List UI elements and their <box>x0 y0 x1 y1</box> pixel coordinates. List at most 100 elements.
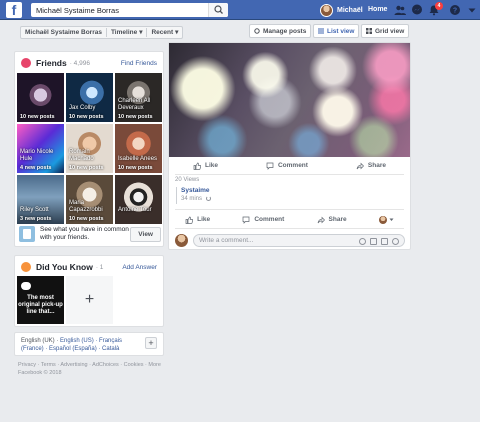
friend-name: Mario Nicole Hule <box>20 149 54 162</box>
add-language-button[interactable]: + <box>145 337 157 349</box>
friends-grid: 10 new posts Jax Colby 10 new posts Char… <box>17 73 162 224</box>
friends-count: · 4,996 <box>69 59 90 67</box>
profile-timeline-nav: Michaël Systaime Borras Timeline ▾ Recen… <box>15 23 184 41</box>
chevron-down-icon[interactable]: ▾ <box>139 28 142 36</box>
friend-tile[interactable]: 10 new posts <box>17 73 64 122</box>
friend-tile[interactable]: Mario Nicole Hule 4 new posts <box>17 124 64 173</box>
search-box[interactable] <box>31 3 228 17</box>
share-button[interactable]: Share <box>356 162 386 170</box>
friend-tile[interactable]: Riley Scott 3 new posts <box>17 175 64 224</box>
camera-icon[interactable] <box>370 238 377 245</box>
friend-tile[interactable]: Isabelle Anees 10 new posts <box>115 124 162 173</box>
current-language: English (UK) <box>21 338 55 344</box>
post-timestamp: 34 mins <box>181 195 236 204</box>
grid-view-label: Grid view <box>375 27 405 35</box>
friend-tile[interactable]: Antoine Tour <box>115 175 162 224</box>
language-card: English (UK) · English (US) · Français (… <box>14 332 164 356</box>
friend-new-posts: 10 new posts <box>69 165 104 171</box>
friend-new-posts: 10 new posts <box>118 114 153 120</box>
comment-composer: Write a comment... <box>175 233 405 248</box>
view-button[interactable]: View <box>130 226 161 242</box>
facebook-logo[interactable]: f <box>6 2 22 18</box>
friend-tile[interactable]: Charleen All Deveraux 10 new posts <box>115 73 162 122</box>
find-friends-link[interactable]: Find Friends <box>121 60 157 67</box>
chevron-down-icon <box>389 218 394 221</box>
timeline-tab[interactable]: Timeline <box>111 29 137 36</box>
add-answer-link[interactable]: Add Answer <box>122 264 157 271</box>
media-action-row: Like Comment Share <box>169 158 410 173</box>
emoji-icon[interactable] <box>359 238 366 245</box>
tagged-profile: Systaime 34 mins <box>176 187 236 204</box>
friend-tile[interactable]: Maria Capazzrobbi 10 new posts <box>66 175 113 224</box>
search-button[interactable] <box>208 3 228 17</box>
tagged-name[interactable]: Systaime <box>181 187 236 195</box>
friends-in-common-icon <box>19 226 35 242</box>
manage-posts-button[interactable]: Manage posts <box>249 24 312 38</box>
comment-button[interactable]: Comment <box>266 162 308 170</box>
thumbs-up-icon <box>193 162 201 170</box>
profile-nav-name[interactable]: Michaël Systaime Borras <box>25 29 102 36</box>
answer-text: The most original pick-up line that... <box>18 295 63 315</box>
comment-button[interactable]: Comment <box>242 216 284 224</box>
comment-icon <box>242 216 250 224</box>
friends-icon <box>21 58 31 68</box>
friend-requests-icon[interactable] <box>394 4 406 16</box>
friend-name: Romain Machado <box>69 149 94 162</box>
share-icon <box>356 162 364 169</box>
top-navigation-bar: f Michaël Home 4 ? <box>0 0 480 20</box>
add-answer-tile[interactable]: + <box>66 276 113 324</box>
speech-bubble-icon <box>21 282 31 290</box>
did-you-know-answer-tile[interactable]: The most original pick-up line that... <box>17 276 64 324</box>
friend-new-posts: 4 new posts <box>20 165 52 171</box>
account-menu-caret-icon[interactable] <box>466 4 478 16</box>
chevron-down-icon[interactable]: ▾ <box>175 28 178 36</box>
manage-posts-label: Manage posts <box>263 27 307 35</box>
friend-name: Isabelle Anees <box>118 156 158 162</box>
messenger-icon[interactable] <box>411 4 423 16</box>
like-button[interactable]: Like <box>193 162 218 170</box>
comment-placeholder: Write a comment... <box>199 237 254 244</box>
profile-link[interactable]: Michaël <box>320 3 363 17</box>
friend-new-posts: 10 new posts <box>20 114 55 120</box>
share-icon <box>317 216 325 223</box>
friends-header: Friends · 4,996 <box>21 58 90 68</box>
help-icon[interactable]: ? <box>449 4 461 16</box>
notification-count-badge: 4 <box>435 2 443 10</box>
post-card: Like Comment Share 20 Views Systaime 34 … <box>168 42 411 250</box>
friend-new-posts: 10 new posts <box>69 216 104 222</box>
grid-view-button[interactable]: Grid view <box>361 24 410 38</box>
footer-links[interactable]: Privacy · Terms · Advertising · AdChoice… <box>18 361 168 369</box>
svg-text:?: ? <box>453 8 457 15</box>
did-you-know-count: · 1 <box>95 263 104 271</box>
did-you-know-icon <box>21 262 31 272</box>
post-view-controls: Manage posts List view Grid view <box>249 24 410 39</box>
sticker-icon[interactable] <box>392 238 399 245</box>
list-view-label: List view <box>327 27 355 35</box>
share-label: Share <box>328 216 347 223</box>
friends-title[interactable]: Friends <box>36 58 67 68</box>
gif-icon[interactable] <box>381 238 388 245</box>
comment-label: Comment <box>277 162 308 169</box>
thumbs-up-icon <box>185 216 194 224</box>
friend-name: Antoine Tour <box>118 207 152 213</box>
comment-input[interactable]: Write a comment... <box>193 234 405 247</box>
profile-name: Michaël <box>337 6 363 14</box>
timeline-selector[interactable]: Michaël Systaime Borras Timeline ▾ Recen… <box>20 25 184 39</box>
recent-tab[interactable]: Recent <box>151 29 173 36</box>
avatar <box>378 215 387 224</box>
share-button[interactable]: Share <box>317 216 347 224</box>
list-view-button[interactable]: List view <box>313 24 360 38</box>
friend-new-posts: 3 new posts <box>20 216 52 222</box>
friend-tile[interactable]: Jax Colby 10 new posts <box>66 73 113 122</box>
home-link[interactable]: Home <box>368 6 387 13</box>
friend-name: Riley Scott <box>20 207 49 213</box>
like-button[interactable]: Like <box>185 216 210 224</box>
divider <box>175 174 404 175</box>
friends-card: Friends · 4,996 Find Friends 10 new post… <box>14 51 164 247</box>
post-as-selector[interactable] <box>378 215 394 224</box>
search-input[interactable] <box>31 3 209 17</box>
friend-tile[interactable]: Romain Machado 10 new posts <box>66 124 113 173</box>
timestamp-text[interactable]: 34 mins <box>181 196 202 202</box>
friend-new-posts: 10 new posts <box>118 165 153 171</box>
post-video[interactable] <box>169 43 410 157</box>
